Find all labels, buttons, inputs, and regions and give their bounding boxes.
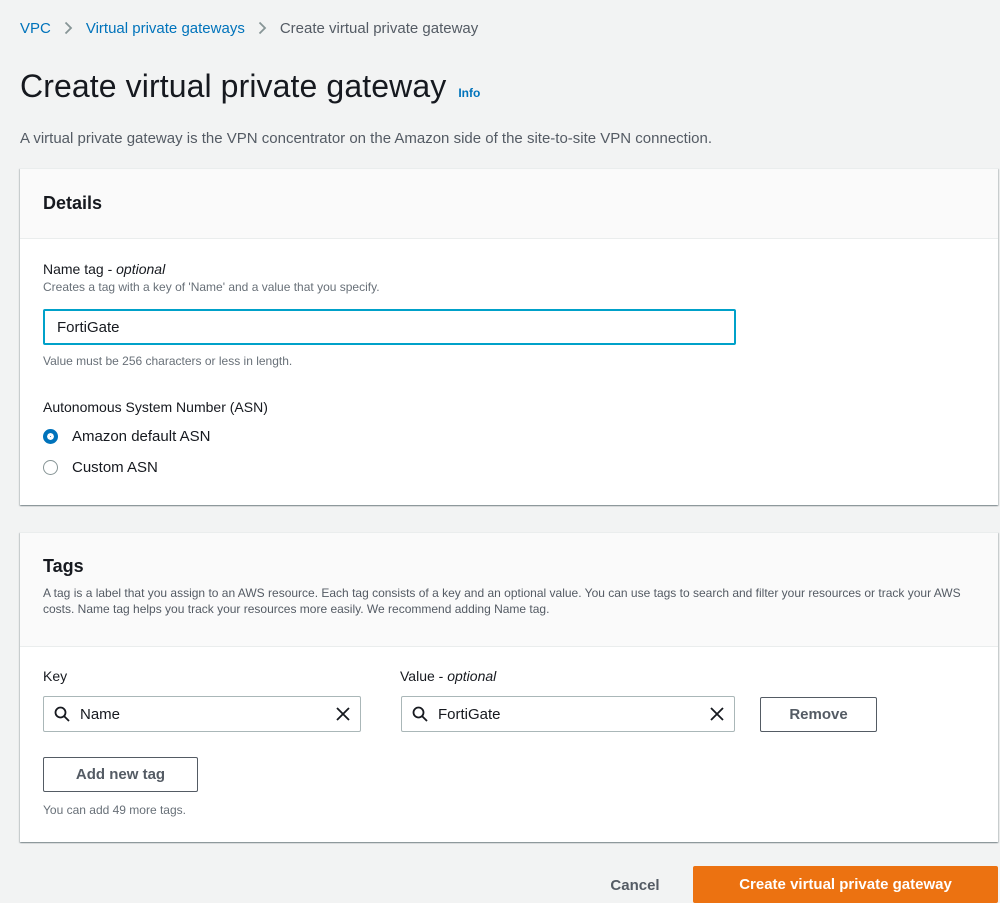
name-tag-description: Creates a tag with a key of 'Name' and a… <box>43 280 380 294</box>
radio-unchecked-icon[interactable] <box>43 460 58 475</box>
breadcrumb: VPC Virtual private gateways Create virt… <box>20 17 478 39</box>
value-label-text: Value - <box>400 668 448 684</box>
tags-panel: Tags A tag is a label that you assign to… <box>20 532 998 842</box>
chevron-right-icon <box>258 21 267 35</box>
tags-title: Tags <box>43 556 84 576</box>
search-icon <box>54 706 70 722</box>
clear-icon[interactable] <box>336 707 350 721</box>
details-panel: Details Name tag - optional Creates a ta… <box>20 168 998 505</box>
details-title: Details <box>43 193 103 213</box>
create-gateway-button[interactable]: Create virtual private gateway <box>693 866 998 903</box>
page-title: Create virtual private gateway <box>20 68 447 104</box>
name-tag-label-text: Name tag - <box>43 261 117 277</box>
key-label: Key <box>43 668 68 684</box>
title-row: Create virtual private gateway Info <box>20 68 480 105</box>
cancel-button[interactable]: Cancel <box>580 868 690 902</box>
details-header: Details <box>20 169 998 239</box>
name-tag-input[interactable] <box>43 309 736 345</box>
radio-label: Amazon default ASN <box>72 428 211 445</box>
clear-icon[interactable] <box>710 707 724 721</box>
add-new-tag-button[interactable]: Add new tag <box>43 757 198 792</box>
info-link[interactable]: Info <box>458 86 480 100</box>
radio-custom-asn[interactable]: Custom ASN <box>43 459 158 476</box>
radio-amazon-default-asn[interactable]: Amazon default ASN <box>43 428 210 445</box>
tags-header: Tags A tag is a label that you assign to… <box>20 533 998 647</box>
tags-description: A tag is a label that you assign to an A… <box>43 586 961 616</box>
asn-label: Autonomous System Number (ASN) <box>43 399 268 415</box>
name-tag-optional: optional <box>116 261 166 277</box>
remove-tag-button[interactable]: Remove <box>760 697 877 732</box>
value-optional: optional <box>447 668 497 684</box>
name-tag-label: Name tag - optional <box>43 261 380 277</box>
tag-key-input[interactable]: Name <box>43 696 361 732</box>
name-tag-constraint: Value must be 256 characters or less in … <box>43 354 293 368</box>
tag-value-value[interactable]: FortiGate <box>438 706 702 723</box>
chevron-right-icon <box>64 21 73 35</box>
tag-value-input[interactable]: FortiGate <box>401 696 735 732</box>
tags-limit-text: You can add 49 more tags. <box>43 803 186 817</box>
page-description: A virtual private gateway is the VPN con… <box>20 130 713 147</box>
name-tag-block: Name tag - optional Creates a tag with a… <box>43 261 380 294</box>
radio-label: Custom ASN <box>72 459 158 476</box>
tag-key-value[interactable]: Name <box>80 706 328 723</box>
value-label: Value - optional <box>400 668 496 684</box>
breadcrumb-virtual-private-gateways[interactable]: Virtual private gateways <box>86 20 245 37</box>
breadcrumb-vpc[interactable]: VPC <box>20 20 51 37</box>
search-icon <box>412 706 428 722</box>
breadcrumb-current: Create virtual private gateway <box>279 19 479 37</box>
radio-checked-icon[interactable] <box>43 429 58 444</box>
